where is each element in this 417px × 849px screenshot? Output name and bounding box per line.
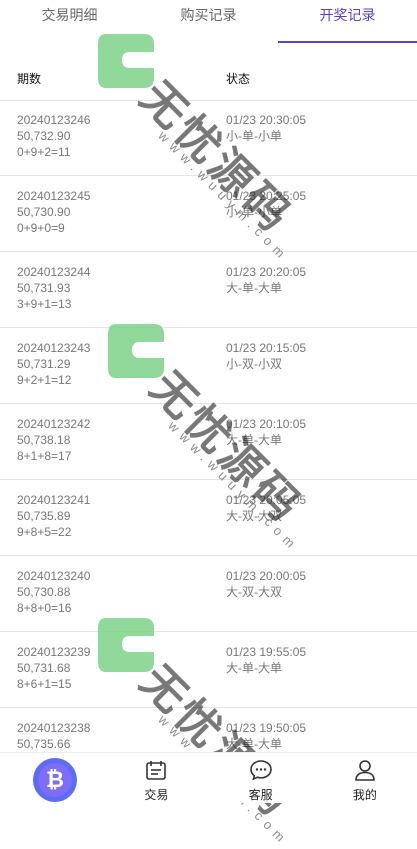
period-number: 20240123240 xyxy=(17,569,91,583)
tab-draw-records[interactable]: 开奖记录 xyxy=(278,0,417,43)
top-tabs: 交易明细 购买记录 开奖记录 xyxy=(0,0,417,43)
header-period: 期数 xyxy=(17,72,42,86)
table-row[interactable]: 20240123245 50,730.90 0+9+0=9 01/23 20:2… xyxy=(0,176,417,252)
period-number: 20240123241 xyxy=(17,493,91,507)
table-row[interactable]: 20240123241 50,735.89 9+8+5=22 01/23 20:… xyxy=(0,480,417,556)
tab-purchase-records[interactable]: 购买记录 xyxy=(139,0,278,42)
draw-result: 大-双-大双 xyxy=(226,585,282,599)
draw-time: 01/23 20:00:05 xyxy=(226,569,307,583)
tab-transaction-details[interactable]: 交易明细 xyxy=(0,0,139,42)
draw-result: 小-单-小单 xyxy=(226,129,282,143)
draw-result: 小-双-小双 xyxy=(226,357,282,371)
nav-trade[interactable]: 交易 xyxy=(104,753,208,803)
sum-formula: 8+8+0=16 xyxy=(17,601,72,615)
table-row[interactable]: 20240123243 50,731.29 9+2+1=12 01/23 20:… xyxy=(0,328,417,404)
price-value: 50,735.89 xyxy=(17,509,71,523)
sum-formula: 8+1+8=17 xyxy=(17,449,72,463)
nav-service-label: 客服 xyxy=(248,788,273,802)
table-row[interactable]: 20240123244 50,731.93 3+9+1=13 01/23 20:… xyxy=(0,252,417,328)
draw-time: 01/23 19:50:05 xyxy=(226,721,307,735)
draw-result: 大-单-大单 xyxy=(226,661,282,675)
price-value: 50,731.93 xyxy=(17,281,71,295)
table-row[interactable]: 20240123242 50,738.18 8+1+8=17 01/23 20:… xyxy=(0,404,417,480)
draw-result: 大-双-大双 xyxy=(226,509,282,523)
nav-service[interactable]: 客服 xyxy=(209,753,313,803)
draw-result: 大-单-大单 xyxy=(226,737,282,751)
period-number: 20240123239 xyxy=(17,645,91,659)
period-number: 20240123246 xyxy=(17,113,91,127)
period-number: 20240123245 xyxy=(17,189,91,203)
user-icon xyxy=(355,760,375,781)
period-number: 20240123242 xyxy=(17,417,91,431)
calendar-icon xyxy=(146,761,167,780)
chat-icon xyxy=(249,760,272,781)
price-value: 50,730.88 xyxy=(17,585,71,599)
bitcoin-icon: ₿ xyxy=(38,763,72,797)
price-value: 50,731.68 xyxy=(17,661,71,675)
price-value: 50,738.18 xyxy=(17,433,71,447)
header-status: 状态 xyxy=(226,72,251,86)
period-number: 20240123244 xyxy=(17,265,91,279)
table-row[interactable]: 20240123239 50,731.68 8+6+1=15 01/23 19:… xyxy=(0,632,417,708)
draw-time: 01/23 20:10:05 xyxy=(226,417,307,431)
draw-records-list: 20240123246 50,732.90 0+9+2=11 01/23 20:… xyxy=(0,100,417,784)
price-value: 50,731.29 xyxy=(17,357,71,371)
sum-formula: 0+9+2=11 xyxy=(17,145,71,159)
table-row[interactable]: 20240123240 50,730.88 8+8+0=16 01/23 20:… xyxy=(0,556,417,632)
draw-result: 大-单-大单 xyxy=(226,433,282,447)
price-value: 50,730.90 xyxy=(17,205,71,219)
draw-result: 小-单-小单 xyxy=(226,205,282,219)
price-value: 50,732.90 xyxy=(17,129,71,143)
nav-profile[interactable]: 我的 xyxy=(313,753,417,803)
table-header: 期数 状态 xyxy=(0,60,417,101)
sum-formula: 0+9+0=9 xyxy=(17,221,65,235)
table-row[interactable]: 20240123246 50,732.90 0+9+2=11 01/23 20:… xyxy=(0,100,417,176)
sum-formula: 9+8+5=22 xyxy=(17,525,72,539)
bitcoin-button[interactable]: ₿ xyxy=(33,758,77,802)
draw-time: 01/23 20:25:05 xyxy=(226,189,307,203)
draw-time: 01/23 20:05:05 xyxy=(226,493,307,507)
draw-time: 01/23 20:15:05 xyxy=(226,341,307,355)
draw-time: 01/23 19:55:05 xyxy=(226,645,307,659)
nav-trade-label: 交易 xyxy=(144,788,169,802)
sum-formula: 9+2+1=12 xyxy=(17,373,72,387)
sum-formula: 3+9+1=13 xyxy=(17,297,72,311)
period-number: 20240123243 xyxy=(17,341,91,355)
nav-profile-label: 我的 xyxy=(352,788,377,802)
draw-result: 大-单-大单 xyxy=(226,281,282,295)
price-value: 50,735.66 xyxy=(17,737,71,751)
sum-formula: 8+6+1=15 xyxy=(17,677,72,691)
draw-time: 01/23 20:30:05 xyxy=(226,113,307,127)
draw-time: 01/23 20:20:05 xyxy=(226,265,307,279)
period-number: 20240123238 xyxy=(17,721,91,735)
